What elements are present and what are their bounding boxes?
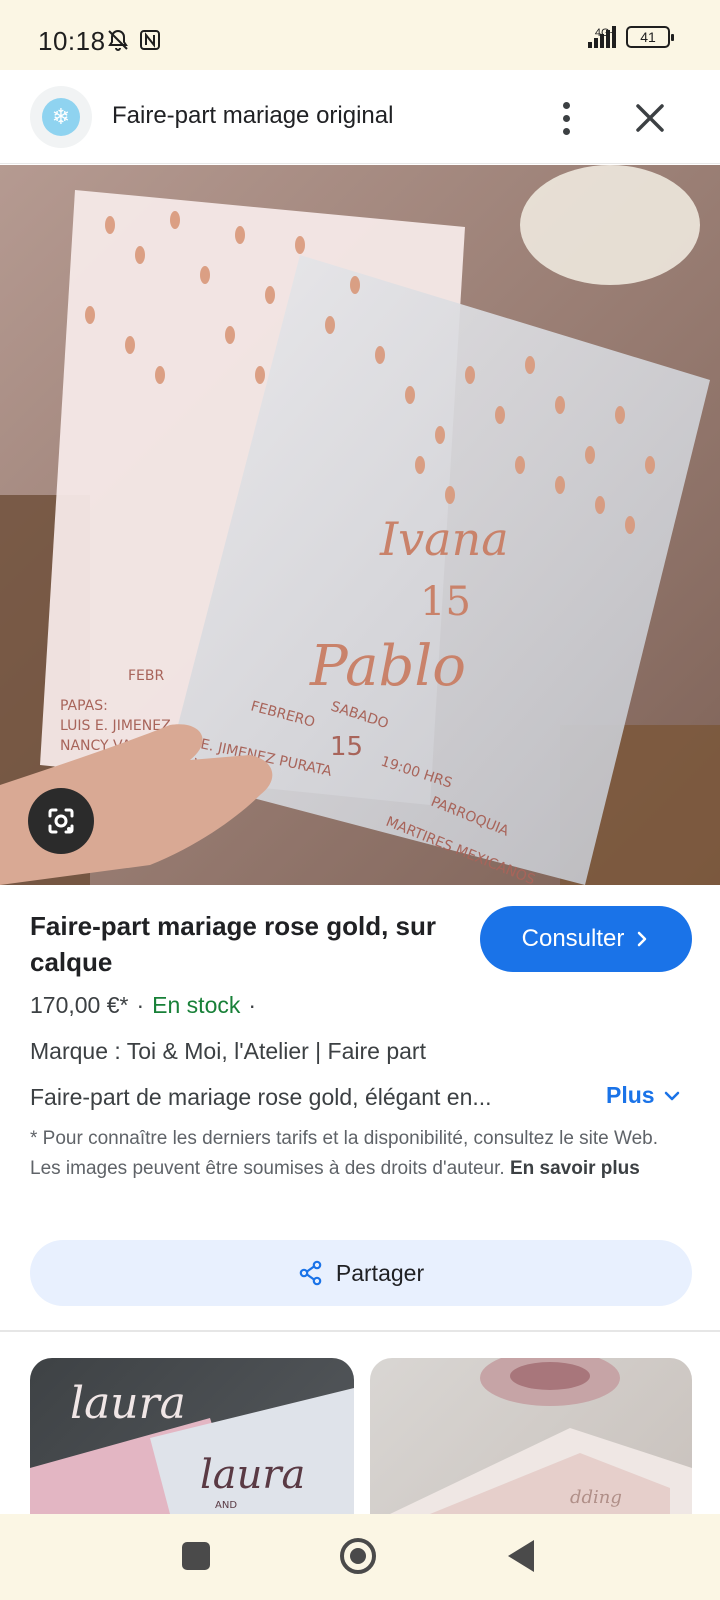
consult-label: Consulter	[521, 925, 625, 952]
svg-text:Ivana: Ivana	[379, 512, 509, 566]
product-title: Faire-part mariage rose gold, sur calque	[30, 911, 437, 977]
share-icon	[299, 1260, 322, 1286]
invitation-illustration: Ivana 15 Pablo FEBR PAPAS: LUIS E. JIMEN…	[0, 165, 720, 885]
svg-text:Pablo: Pablo	[309, 634, 466, 699]
more-link[interactable]: Plus	[606, 1082, 681, 1109]
home-icon[interactable]	[340, 1538, 376, 1574]
status-time: 10:18	[38, 26, 106, 56]
site-logo[interactable]: ❄	[30, 86, 92, 148]
price: 170,00 €*	[30, 992, 129, 1018]
product-image[interactable]: Ivana 15 Pablo FEBR PAPAS: LUIS E. JIMEN…	[0, 165, 720, 885]
status-icons-left	[106, 28, 162, 52]
share-button[interactable]: Partager	[30, 1240, 692, 1306]
related-image-2[interactable]: dding	[370, 1358, 692, 1514]
signal-icon	[588, 26, 616, 48]
recent-apps-icon[interactable]	[182, 1542, 210, 1570]
brand-line: Marque : Toi & Moi, l'Atelier | Faire pa…	[30, 1038, 426, 1064]
product-description: Faire-part de mariage rose gold, élégant…	[30, 1084, 492, 1110]
battery-level: 41	[640, 29, 656, 45]
svg-text:PAPAS:: PAPAS:	[60, 698, 108, 714]
svg-text:FEBR: FEBR	[128, 668, 165, 684]
battery-icon: 41	[626, 26, 674, 48]
google-lens-button[interactable]	[28, 788, 94, 854]
stock-status: En stock	[152, 992, 241, 1018]
snowflake-icon: ❄	[42, 98, 80, 136]
navigation-bar	[0, 1514, 720, 1600]
price-line: 170,00 €* · En stock ·	[30, 992, 256, 1019]
divider	[0, 1330, 720, 1332]
share-label: Partager	[335, 1259, 425, 1286]
chevron-down-icon	[664, 1091, 679, 1100]
google-lens-icon	[48, 808, 74, 834]
separator-2: ·	[248, 992, 257, 1018]
related-image-2-art: dding	[390, 1358, 692, 1514]
related-image-1[interactable]: laura laura AND	[30, 1358, 354, 1514]
svg-text:15: 15	[330, 732, 363, 762]
bell-off-icon	[108, 29, 128, 51]
thumb-1-small: AND	[215, 1500, 237, 1511]
close-icon[interactable]	[630, 98, 670, 138]
separator: ·	[136, 992, 145, 1018]
consult-button[interactable]: Consulter	[480, 906, 692, 972]
status-bar: 10:18 4G+ 41	[0, 0, 720, 70]
more-vert-icon[interactable]	[548, 96, 584, 140]
back-icon[interactable]	[508, 1540, 534, 1572]
nfc-icon	[140, 30, 160, 50]
header: ❄ Faire-part mariage original	[0, 70, 720, 164]
more-label: Plus	[606, 1082, 655, 1108]
thumb-1-script: laura	[70, 1378, 186, 1429]
svg-text:15: 15	[420, 579, 471, 625]
related-image-1-art: laura laura AND	[30, 1378, 354, 1514]
learn-more-link[interactable]: En savoir plus	[510, 1158, 640, 1179]
disclaimer: * Pour connaître les derniers tarifs et …	[30, 1124, 680, 1184]
status-right: 41	[588, 26, 674, 48]
thumb-2-script: dding	[570, 1487, 622, 1508]
page-title: Faire-part mariage original	[112, 102, 394, 129]
chevron-right-icon	[638, 931, 647, 947]
thumb-1-script-2: laura	[200, 1452, 305, 1498]
